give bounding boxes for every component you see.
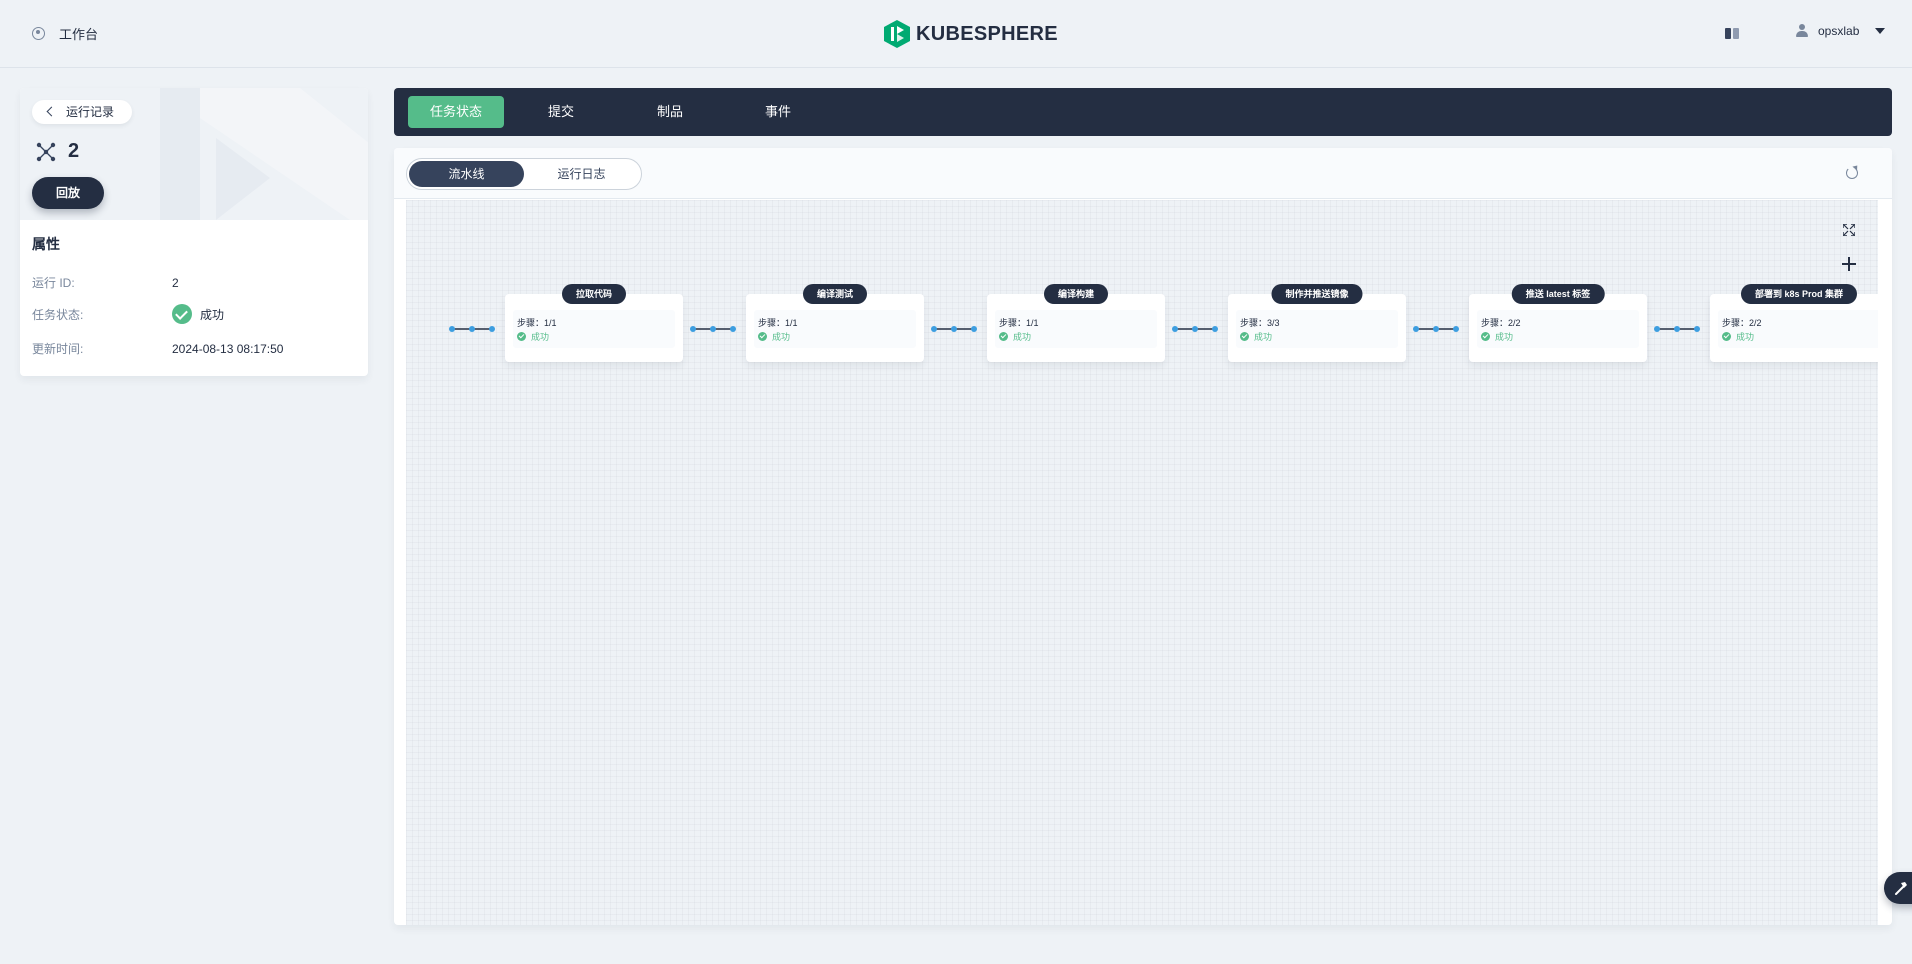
workbench-link[interactable]: 工作台 <box>32 24 98 43</box>
stage-connector <box>1172 326 1218 332</box>
back-to-runs-label: 运行记录 <box>66 105 115 119</box>
tab-events[interactable]: 事件 <box>722 96 834 128</box>
success-check-icon <box>517 332 526 341</box>
kubesphere-logo-icon <box>884 20 910 48</box>
tab-task-status[interactable]: 任务状态 <box>408 96 504 128</box>
watermark-k-icon <box>160 88 368 220</box>
zoom-in-icon[interactable] <box>1842 257 1856 271</box>
stage-status: 成功 <box>999 330 1031 343</box>
stage-status: 成功 <box>1481 330 1513 343</box>
tab-artifacts[interactable]: 制品 <box>618 96 722 128</box>
stage-status: 成功 <box>1722 330 1754 343</box>
attributes-title: 属性 <box>32 236 60 252</box>
workbench-label: 工作台 <box>59 27 99 42</box>
back-to-runs-button[interactable]: 运行记录 <box>32 100 133 124</box>
run-number: 2 <box>68 140 80 162</box>
stage-body: 步骤：1/1 成功 <box>754 310 916 348</box>
toolbox-button[interactable] <box>1884 872 1912 904</box>
attr-task-status: 任务状态: 成功 <box>32 304 224 324</box>
stage-steps: 步骤：3/3 <box>1240 318 1280 328</box>
success-check-icon <box>999 332 1008 341</box>
stage-connector <box>1413 326 1459 332</box>
run-title: 2 <box>36 140 79 163</box>
user-menu[interactable]: opsxlab <box>1796 24 1886 38</box>
user-icon <box>1796 24 1808 38</box>
caret-down-icon <box>1875 28 1886 34</box>
stage-steps: 步骤：2/2 <box>1722 318 1762 328</box>
stage-title: 制作并推送镜像 <box>1271 284 1363 304</box>
stage-connector <box>690 326 736 332</box>
success-check-icon <box>758 332 767 341</box>
stage-card[interactable]: 制作并推送镜像 步骤：3/3 成功 <box>1228 284 1406 362</box>
stage-status: 成功 <box>517 330 549 343</box>
stage-steps: 步骤：1/1 <box>758 318 798 328</box>
top-header: 工作台 KUBESPHERE opsxlab <box>0 0 1912 68</box>
view-switch: 流水线 运行日志 <box>406 158 642 190</box>
success-check-icon <box>172 304 192 324</box>
attr-value: 2 <box>172 275 179 290</box>
stage-connector <box>449 326 495 332</box>
chevron-left-icon <box>46 106 57 117</box>
replay-button[interactable]: 回放 <box>32 177 104 209</box>
workbench-icon <box>32 27 45 40</box>
stage-body: 步骤：1/1 成功 <box>995 310 1157 348</box>
stage-title: 部署到 k8s Prod 集群 <box>1740 284 1858 304</box>
stage-body: 步骤：2/2 成功 <box>1477 310 1639 348</box>
stage-steps: 步骤：2/2 <box>1481 318 1521 328</box>
attr-key: 更新时间: <box>32 342 84 356</box>
stage-card[interactable]: 推送 latest 标签 步骤：2/2 成功 <box>1469 284 1647 362</box>
stage-connector <box>931 326 977 332</box>
attr-value: 2024-08-13 08:17:50 <box>172 341 284 356</box>
stage-status: 成功 <box>758 330 790 343</box>
pipeline-canvas[interactable]: 拉取代码 步骤：1/1 成功 编译测试 步骤：1/1 成功 编译构建 步骤：1/… <box>406 200 1878 925</box>
stage-card[interactable]: 部署到 k8s Prod 集群 步骤：2/2 成功 <box>1710 284 1878 362</box>
refresh-icon[interactable] <box>1846 167 1858 179</box>
stage-connector <box>1654 326 1700 332</box>
success-check-icon <box>1722 332 1731 341</box>
view-pipeline-button[interactable]: 流水线 <box>409 161 524 187</box>
attr-key: 任务状态: <box>32 307 84 322</box>
stage-body: 步骤：3/3 成功 <box>1236 310 1398 348</box>
stage-status-label: 成功 <box>1736 332 1755 342</box>
stage-body: 步骤：2/2 成功 <box>1718 310 1878 348</box>
run-detail-header: 运行记录 2 回放 <box>20 88 368 220</box>
username: opsxlab <box>1818 24 1860 38</box>
view-run-logs-button[interactable]: 运行日志 <box>524 161 639 187</box>
logo-text: KUBESPHERE <box>916 22 1058 45</box>
attr-value: 成功 <box>200 307 225 322</box>
stage-card[interactable]: 编译构建 步骤：1/1 成功 <box>987 284 1165 362</box>
success-check-icon <box>1481 332 1490 341</box>
stage-card[interactable]: 拉取代码 步骤：1/1 成功 <box>505 284 683 362</box>
tab-commits[interactable]: 提交 <box>504 96 618 128</box>
pipeline-icon <box>36 142 56 161</box>
detail-tabs: 任务状态 提交 制品 事件 <box>394 88 1892 136</box>
stage-status-label: 成功 <box>1254 332 1273 342</box>
stage-status-label: 成功 <box>772 332 791 342</box>
stage-card[interactable]: 编译测试 步骤：1/1 成功 <box>746 284 924 362</box>
task-status-panel: 流水线 运行日志 拉取代码 步骤：1/1 成功 编译测试 步骤：1/1 成功 编… <box>394 148 1892 925</box>
stage-status-label: 成功 <box>1495 332 1514 342</box>
hammer-icon <box>1895 882 1907 895</box>
stage-status: 成功 <box>1240 330 1272 343</box>
attr-key: 运行 ID: <box>32 276 75 290</box>
stage-body: 步骤：1/1 成功 <box>513 310 675 348</box>
docs-icon[interactable] <box>1725 28 1739 39</box>
stage-title: 编译测试 <box>802 284 868 304</box>
run-detail-panel: 运行记录 2 回放 属性 运行 ID: 2 任务状态: 成功 更新时间: 202… <box>20 88 368 376</box>
stage-title: 拉取代码 <box>561 284 627 304</box>
success-check-icon <box>1240 332 1249 341</box>
attr-updated-time: 更新时间: 2024-08-13 08:17:50 <box>32 340 283 357</box>
fullscreen-icon[interactable] <box>1843 224 1855 236</box>
stage-steps: 步骤：1/1 <box>999 318 1039 328</box>
view-toolbar: 流水线 运行日志 <box>394 148 1892 199</box>
attr-value-wrap: 成功 <box>172 304 224 324</box>
kubesphere-logo[interactable]: KUBESPHERE <box>884 20 1058 48</box>
stage-status-label: 成功 <box>531 332 550 342</box>
stage-status-label: 成功 <box>1013 332 1032 342</box>
stage-title: 编译构建 <box>1043 284 1109 304</box>
stage-title: 推送 latest 标签 <box>1511 284 1605 304</box>
attr-run-id: 运行 ID: 2 <box>32 274 179 291</box>
stage-steps: 步骤：1/1 <box>517 318 557 328</box>
